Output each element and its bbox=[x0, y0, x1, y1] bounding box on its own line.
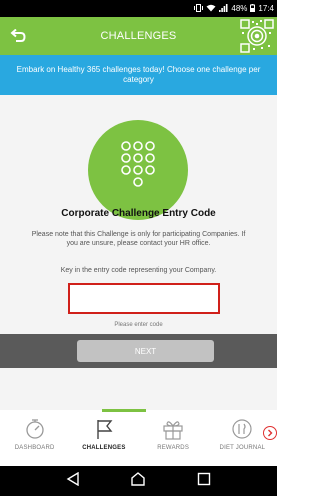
system-nav-bar bbox=[0, 466, 277, 496]
chevron-right-icon bbox=[268, 429, 273, 437]
system-home-button[interactable] bbox=[131, 471, 146, 491]
input-hint: Please enter code bbox=[114, 322, 163, 328]
nav-label-challenges: CHALLENGES bbox=[82, 445, 126, 451]
challenge-title: Corporate Challenge Entry Code bbox=[61, 208, 216, 219]
entry-instruction: Key in the entry code representing your … bbox=[60, 267, 217, 274]
clock: 17:4 bbox=[258, 4, 274, 13]
participation-note: Please note that this Challenge is only … bbox=[31, 231, 246, 247]
nav-item-dashboard[interactable]: DASHBOARD bbox=[0, 412, 69, 466]
battery-icon bbox=[250, 3, 256, 14]
app-bar: CHALLENGES bbox=[0, 17, 277, 55]
system-back-button[interactable] bbox=[66, 471, 80, 491]
battery-percent: 48% bbox=[231, 4, 248, 13]
page-title: CHALLENGES bbox=[100, 30, 177, 42]
home-icon bbox=[131, 471, 146, 486]
back-button[interactable] bbox=[0, 17, 36, 55]
nav-label-diet-journal: DIET JOURNAL bbox=[219, 445, 266, 451]
triangle-back-icon bbox=[66, 471, 79, 486]
nav-label-dashboard: DASHBOARD bbox=[14, 445, 55, 451]
entry-code-input[interactable] bbox=[68, 283, 220, 314]
back-arrow-icon bbox=[10, 29, 26, 42]
signal-icon bbox=[219, 3, 228, 14]
flag-icon bbox=[97, 420, 113, 439]
dashboard-icon bbox=[25, 419, 44, 439]
recents-square-icon bbox=[197, 472, 211, 485]
status-bar: 48% 17:4 bbox=[0, 0, 277, 17]
next-button[interactable]: NEXT bbox=[77, 340, 214, 362]
nav-item-challenges[interactable]: CHALLENGES bbox=[69, 412, 138, 466]
wifi-icon bbox=[206, 4, 216, 14]
vibrate-icon bbox=[194, 3, 204, 14]
info-banner: Embark on Healthy 365 challenges today! … bbox=[0, 55, 277, 95]
nav-more-button[interactable] bbox=[263, 426, 277, 440]
nav-item-rewards[interactable]: REWARDS bbox=[139, 412, 208, 466]
system-recents-button[interactable] bbox=[197, 472, 211, 491]
qr-code-icon bbox=[239, 18, 275, 54]
bottom-nav: DASHBOARD CHALLENGES REWARDS DIET JOURNA… bbox=[0, 412, 277, 466]
keypad-icon bbox=[121, 141, 155, 187]
keypad-badge bbox=[88, 120, 188, 220]
action-bar: NEXT bbox=[0, 334, 277, 368]
nav-label-rewards: REWARDS bbox=[157, 445, 190, 451]
qr-scan-button[interactable] bbox=[239, 18, 275, 54]
diet-journal-icon bbox=[232, 419, 252, 439]
gift-icon bbox=[163, 421, 183, 440]
